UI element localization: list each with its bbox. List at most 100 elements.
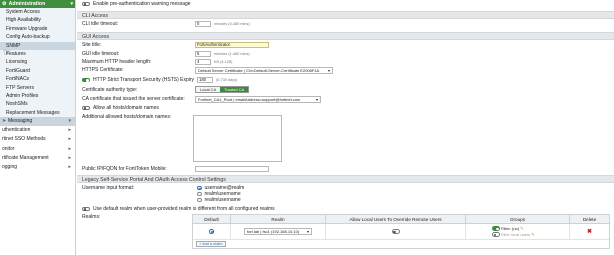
site-title-input[interactable]: FortiAuthenticator [195,42,269,48]
default-radio[interactable] [209,229,214,234]
https-cert-label: HTTPS Certificate: [82,67,124,74]
col-realm: Realm [231,215,326,223]
filter-value: (no) [512,226,520,231]
additional-hosts-textarea[interactable] [193,115,282,162]
sidebar-menu-ogging[interactable]: ogging ▸ [0,163,75,172]
mouse-cursor-icon: ☞ [3,47,12,57]
col-allow-override: Allow Local Users To Override Remote Use… [326,215,466,223]
gear-icon: ⚙ [2,1,7,7]
chevron-down-icon: ▾ [70,1,73,7]
groups-cell: Filter: (no) ✎ Filter local users ✎ [466,224,570,239]
ca-cert-value: Fortinet_CA1_Root | emailAddress=support… [198,97,301,102]
gui-idle-input[interactable]: 5 [195,51,211,57]
pre-auth-warning-label: Enable pre-authentication warning messag… [93,1,191,7]
site-title-label: Site title: [82,42,102,48]
sidebar-item-fortinacs[interactable]: FortiNACs [0,75,75,84]
edit-icon[interactable]: ✎ [531,232,535,238]
fqdn-input[interactable] [195,166,269,172]
sidebar-item-high-availability[interactable]: High Availability [0,16,75,25]
header-length-row: Maximum HTTP header length: 4 KB (4-128) [82,59,232,65]
ca-type-label: Certificate authority type: [82,86,138,93]
sidebar-menu-label: ogging [2,164,18,171]
hsts-label: HTTP Strict Transport Security (HSTS) Ex… [93,77,195,83]
chevron-down-icon: ▾ [68,118,71,125]
table-header: Default Realm Allow Local Users To Overr… [193,215,609,224]
chevron-down-icon: ▾ [327,68,330,73]
sidebar-menu-rtinet-sso-methods[interactable]: rtinet SSO Methods ▸ [0,135,75,144]
sidebar-item-noshsms[interactable]: NoshSMs [0,100,75,109]
sidebar-menu-messaging[interactable]: ➤ Messaging ▾ [0,117,75,127]
username-format-option[interactable]: realm/username [197,197,241,203]
allow-hosts-label: Allow all hosts/domain names [93,105,159,111]
sidebar-item-ftp-servers[interactable]: FTP Servers [0,83,75,92]
hsts-toggle[interactable] [82,77,90,83]
ca-cert-label: CA certificate that issued the server ce… [82,96,185,103]
default-realm-toggle[interactable] [82,206,90,212]
chevron-right-icon: ▸ [68,145,71,152]
sidebar-menu-onitor[interactable]: onitor ▸ [0,145,75,154]
username-format-radio[interactable] [197,197,202,203]
allow-override-cell [326,224,466,239]
realm-cell: fort.lab | fsc1 (192.168.10.10) ▾ [231,224,326,239]
allow-hosts-toggle[interactable] [82,105,90,111]
gui-idle-hint: minutes (1-480 mins) [214,52,250,56]
https-cert-row: HTTPS Certificate: Default Server Certif… [82,67,333,74]
legacy-header: Legacy Self-Service Portal And OAuth Acc… [77,175,614,183]
realm-value: fort.lab | fsc1 (192.168.10.10) [247,229,300,235]
sidebar-item-system-access[interactable]: System Access [0,8,75,17]
default-realm-label: Use default realm when user-provided rea… [93,206,275,212]
sidebar-item-admin-profiles[interactable]: Admin Profiles [0,91,75,101]
sidebar-section-administration[interactable]: ⚙ Administration ▾ [0,0,75,8]
sidebar-section-label: Administration [8,1,46,7]
fqdn-row: Public IP/FQDN for FortiToken Mobile: [82,166,269,172]
cli-access-header: CLI Access [77,11,614,19]
sidebar-item-replacement-messages[interactable]: Replacement Messages [0,108,75,118]
username-format-radio[interactable] [197,185,202,191]
sidebar-item-features[interactable]: Features [0,49,75,59]
ca-cert-select[interactable]: Fortinet_CA1_Root | emailAddress=support… [195,96,321,103]
ca-type-local[interactable]: Local CA [196,87,221,92]
allow-override-toggle[interactable] [391,229,400,234]
sidebar-menu-rtificate-management[interactable]: rtificate Management ▸ [0,154,75,163]
hsts-input[interactable]: 180 [197,77,213,83]
chevron-right-icon: ▸ [68,136,71,143]
header-length-input[interactable]: 4 [195,59,211,65]
chevron-right-icon: ▸ [68,154,71,161]
sidebar-item-snmp[interactable]: SNMP [0,41,75,50]
default-realm-row: Use default realm when user-provided rea… [82,206,275,212]
chevron-right-icon: ▸ [68,127,71,134]
realms-label: Realms: [82,214,101,220]
default-cell [193,224,231,239]
realms-row: Realms: [82,214,100,220]
https-cert-select[interactable]: Default Server Certificate | CN=Default-… [195,67,333,74]
cli-idle-row: CLI idle timeout: 0 minutes (0-480 mins) [82,21,250,27]
pre-auth-warning-toggle[interactable] [82,1,90,7]
sidebar-menu-label: Messaging [8,118,33,125]
cli-idle-label: CLI idle timeout: [82,21,119,27]
col-delete: Delete [582,217,597,222]
allow-hosts-row: Allow all hosts/domain names [82,105,159,111]
realm-select[interactable]: fort.lab | fsc1 (192.168.10.10) ▾ [244,228,312,235]
sidebar-item-fortiguard[interactable]: FortiGuard [0,66,75,76]
table-row: fort.lab | fsc1 (192.168.10.10) ▾ Filter… [193,224,609,240]
site-title-row: Site title: FortiAuthenticator [82,42,269,48]
filter-label: Filter: [501,226,511,231]
sidebar-menu-uthentication[interactable]: uthentication ▸ [0,126,75,135]
header-length-label: Maximum HTTP header length: [82,59,152,65]
main-content: Enable pre-authentication warning messag… [77,0,614,255]
delete-cell: ✖ [570,224,609,239]
https-cert-value: Default Server Certificate | CN=Default-… [198,68,320,73]
ca-type-trusted[interactable]: Trusted CA [220,87,249,92]
chevron-down-icon: ▾ [315,97,318,102]
delete-icon[interactable]: ✖ [587,228,592,235]
sidebar-item-config-auto-backup[interactable]: Config Auto-backup [0,33,75,42]
cli-idle-input[interactable]: 0 [195,21,211,27]
filter-toggle[interactable] [492,226,500,231]
ca-type-row: Certificate authority type: Local CA Tru… [82,86,250,93]
username-format-radio[interactable] [197,191,202,197]
sidebar-item-licensing[interactable]: Licensing [0,58,75,67]
ca-type-segmented[interactable]: Local CA Trusted CA [195,86,250,93]
sidebar-item-firmware-upgrade[interactable]: Firmware Upgrade [0,24,75,34]
filter-local-toggle[interactable] [492,232,500,237]
add-realm-button[interactable]: + Add a realm [196,240,226,248]
